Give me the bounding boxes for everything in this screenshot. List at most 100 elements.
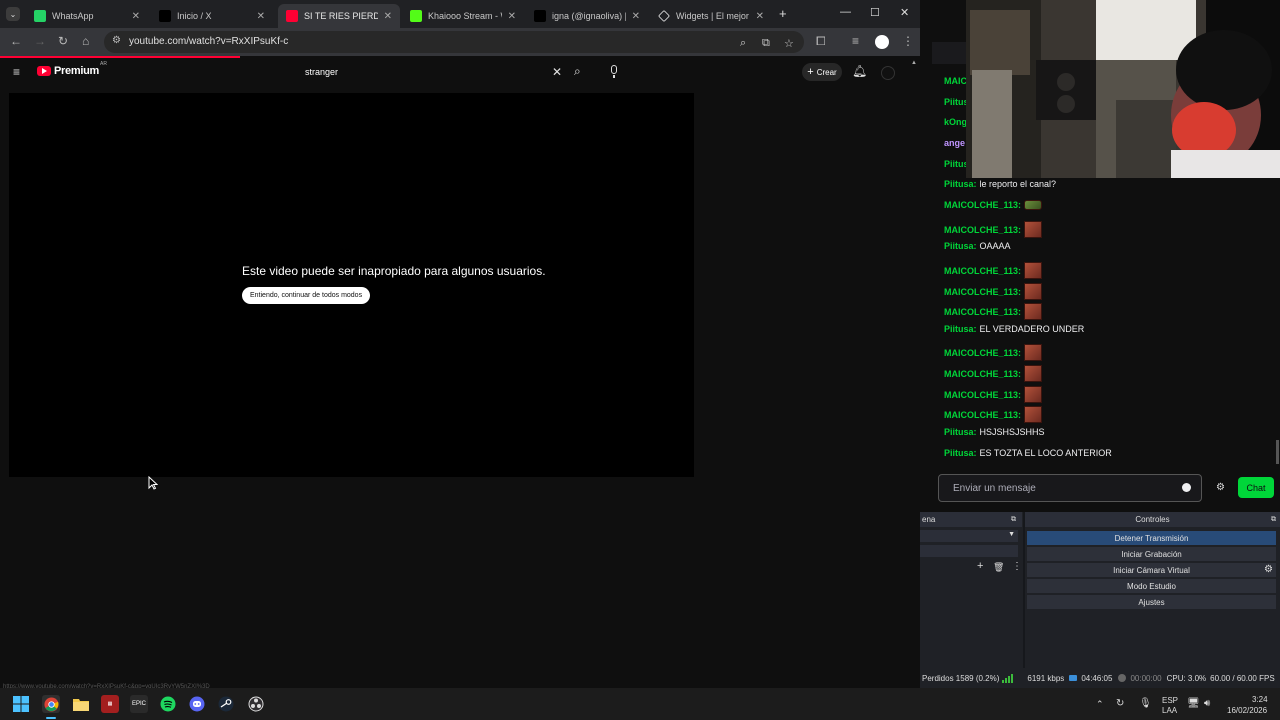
browser-tab[interactable]: WhatsApp ✕ bbox=[26, 4, 148, 28]
browser-tab[interactable]: Inicio / X ✕ bbox=[151, 4, 273, 28]
file-explorer-icon[interactable] bbox=[72, 695, 90, 713]
close-window-button[interactable]: ✕ bbox=[900, 6, 909, 19]
forward-icon[interactable]: → bbox=[34, 34, 46, 48]
chrome-app-icon[interactable] bbox=[42, 695, 60, 713]
chat-message-input[interactable]: Enviar un mensaje bbox=[938, 474, 1202, 502]
back-icon[interactable]: ← bbox=[10, 34, 22, 48]
search-box[interactable]: stranger ✕ bbox=[298, 61, 570, 83]
obs-control-button[interactable]: Detener Transmisión bbox=[1027, 531, 1276, 545]
face-emote-icon[interactable] bbox=[1024, 221, 1043, 238]
discord-icon[interactable] bbox=[188, 695, 206, 713]
obs-studio-icon[interactable] bbox=[247, 695, 265, 713]
obs-control-button[interactable]: Iniciar Grabación bbox=[1027, 547, 1276, 561]
virtual-camera-settings-icon[interactable]: ⚙ bbox=[1264, 564, 1273, 575]
new-tab-button[interactable]: + bbox=[779, 6, 787, 21]
close-tab-icon[interactable]: ✕ bbox=[508, 11, 516, 22]
keyboard-layout[interactable]: LAA bbox=[1162, 706, 1177, 715]
chat-username[interactable]: Piitusa: bbox=[944, 324, 977, 334]
chat-username[interactable]: MAICOLCHE_113: bbox=[944, 225, 1021, 235]
create-button[interactable]: + Crear bbox=[802, 63, 842, 81]
face-emote-icon[interactable] bbox=[1024, 386, 1043, 403]
chat-username[interactable]: Piitusa: bbox=[944, 448, 977, 458]
hamburger-menu-icon[interactable]: ≡ bbox=[13, 65, 20, 79]
obs-control-button[interactable]: Iniciar Cámara Virtual bbox=[1027, 563, 1276, 577]
close-tab-icon[interactable]: ✕ bbox=[384, 11, 392, 22]
address-bar[interactable]: ⚙ youtube.com/watch?v=RxXIPsuKf-c ⌕ ⧉ ☆ bbox=[104, 31, 804, 53]
language-code[interactable]: ESP bbox=[1162, 696, 1178, 705]
zoom-icon[interactable]: ⌕ bbox=[740, 37, 746, 50]
dock-undock-icon[interactable]: ⧉ bbox=[1011, 516, 1016, 524]
browser-tab[interactable]: Khaiooo Stream - Wa ✕ bbox=[402, 4, 524, 28]
search-input[interactable]: stranger bbox=[305, 67, 338, 77]
chat-username[interactable]: Piitus bbox=[944, 159, 969, 169]
minimize-button[interactable]: — bbox=[840, 6, 851, 18]
steam-icon[interactable] bbox=[217, 695, 235, 713]
chat-username[interactable]: kOng bbox=[944, 117, 967, 127]
site-info-icon[interactable]: ⚙ bbox=[112, 35, 121, 46]
source-more-icon[interactable]: ⋮ bbox=[1012, 561, 1022, 572]
youtube-premium-logo[interactable]: Premium AR bbox=[37, 61, 107, 77]
chat-username[interactable]: MAICOLCHE_113: bbox=[944, 410, 1021, 420]
browser-tab[interactable]: Widgets | El mejor so ✕ bbox=[650, 4, 772, 28]
browser-menu-icon[interactable]: ⋮ bbox=[902, 34, 914, 48]
spotify-icon[interactable] bbox=[159, 695, 177, 713]
clock-date[interactable]: 16/02/2026 bbox=[1227, 706, 1267, 715]
face-emote-icon[interactable] bbox=[1024, 406, 1043, 423]
video-player[interactable]: Este video puede ser inapropiado para al… bbox=[9, 93, 694, 477]
media-controls-icon[interactable]: ≡ bbox=[852, 34, 859, 48]
chat-username[interactable]: MAICOLCHE_113: bbox=[944, 200, 1021, 210]
face-emote-icon[interactable] bbox=[1024, 262, 1043, 279]
chat-send-button[interactable]: Chat bbox=[1238, 477, 1274, 498]
network-icon[interactable]: 🖥︎ bbox=[1187, 698, 1200, 709]
volume-icon[interactable]: 🔊︎ bbox=[1204, 698, 1210, 709]
close-tab-icon[interactable]: ✕ bbox=[257, 11, 265, 22]
continue-anyway-button[interactable]: Entiendo, continuar de todos modos bbox=[242, 287, 371, 304]
clock-time[interactable]: 3:24 bbox=[1252, 695, 1268, 704]
scene-list-item[interactable] bbox=[920, 545, 1018, 557]
chat-username[interactable]: MAIC bbox=[944, 76, 967, 86]
chat-username[interactable]: MAICOLCHE_113: bbox=[944, 369, 1021, 379]
microphone-tray-icon[interactable]: 🎙︎ bbox=[1139, 698, 1152, 709]
face-emote-icon[interactable] bbox=[1024, 283, 1043, 300]
chat-username[interactable]: Piitusa: bbox=[944, 241, 977, 251]
sync-tray-icon[interactable]: ↻ bbox=[1116, 698, 1124, 709]
close-tab-icon[interactable]: ✕ bbox=[132, 11, 140, 22]
close-tab-icon[interactable]: ✕ bbox=[756, 11, 764, 22]
chat-username[interactable]: MAICOLCHE_113: bbox=[944, 390, 1021, 400]
reload-icon[interactable]: ↻ bbox=[58, 34, 68, 48]
page-scrollbar-arrow[interactable]: ▲ bbox=[911, 60, 917, 66]
browser-tab[interactable]: SI TE RIES PIERDES C ✕ bbox=[278, 4, 400, 28]
face-emote-icon[interactable] bbox=[1024, 344, 1043, 361]
maximize-button[interactable]: ☐ bbox=[870, 6, 880, 19]
bookmark-star-icon[interactable]: ☆ bbox=[784, 37, 794, 50]
extensions-icon[interactable]: ⧠ bbox=[816, 34, 826, 49]
install-app-icon[interactable]: ⧉ bbox=[762, 37, 770, 50]
notifications-bell-icon[interactable]: 🔔︎ bbox=[852, 64, 867, 78]
chat-username[interactable]: Piitusa: bbox=[944, 427, 977, 437]
chat-username[interactable]: ange bbox=[944, 138, 965, 148]
voice-search-icon[interactable] bbox=[607, 62, 621, 82]
tab-search-button[interactable]: ⌄ bbox=[6, 7, 20, 21]
game-app-icon[interactable]: ▦ bbox=[101, 695, 119, 713]
chat-username[interactable]: MAICOLCHE_113: bbox=[944, 287, 1021, 297]
chat-username[interactable]: MAICOLCHE_113: bbox=[944, 348, 1021, 358]
close-tab-icon[interactable]: ✕ bbox=[632, 11, 640, 22]
dock-undock-icon[interactable]: ⧉ bbox=[1271, 516, 1276, 524]
add-source-icon[interactable]: + bbox=[977, 560, 983, 572]
chat-username[interactable]: MAICOLCHE_113: bbox=[944, 266, 1021, 276]
obs-control-button[interactable]: Ajustes bbox=[1027, 595, 1276, 609]
scene-selector[interactable]: ▼ bbox=[920, 530, 1018, 542]
account-avatar[interactable] bbox=[881, 66, 895, 80]
chat-settings-icon[interactable]: ⚙ bbox=[1216, 482, 1225, 493]
epic-games-icon[interactable]: EPIC bbox=[130, 695, 148, 713]
frog-emote-icon[interactable] bbox=[1024, 200, 1043, 210]
delete-source-icon[interactable]: 🗑︎ bbox=[993, 562, 1004, 573]
show-hidden-icons-icon[interactable]: ⌃ bbox=[1096, 699, 1104, 710]
face-emote-icon[interactable] bbox=[1024, 303, 1043, 320]
obs-control-button[interactable]: Modo Estudio bbox=[1027, 579, 1276, 593]
browser-tab[interactable]: igna (@ignaoliva) | Ti ✕ bbox=[526, 4, 648, 28]
home-icon[interactable]: ⌂ bbox=[82, 34, 89, 48]
face-emote-icon[interactable] bbox=[1024, 365, 1043, 382]
search-icon[interactable]: ⌕ bbox=[574, 64, 581, 79]
emote-picker-icon[interactable] bbox=[1182, 483, 1191, 492]
